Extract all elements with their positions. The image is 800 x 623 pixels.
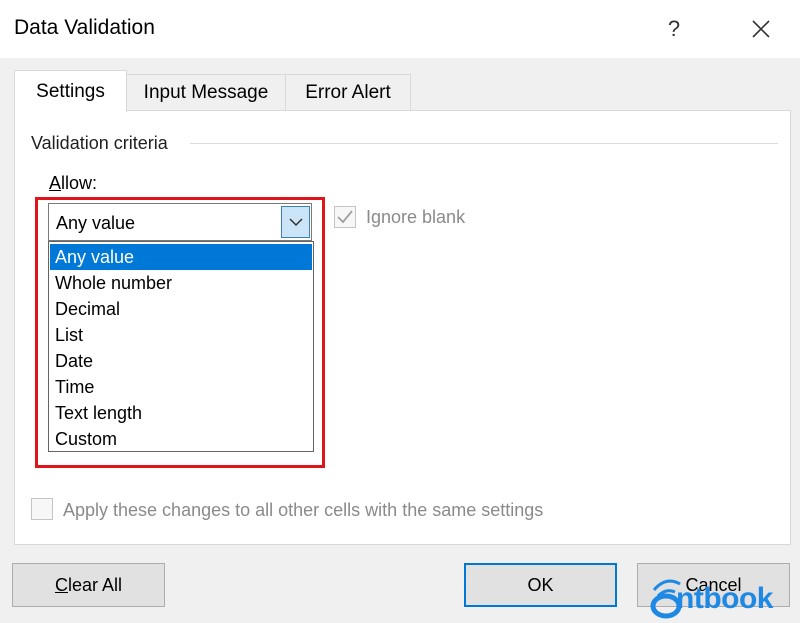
ignore-blank-checkbox[interactable]	[334, 206, 356, 228]
help-button[interactable]: ?	[654, 12, 694, 46]
tab-error-alert[interactable]: Error Alert	[285, 74, 411, 111]
title-bar: Data Validation ?	[0, 0, 800, 58]
ok-button[interactable]: OK	[464, 563, 617, 607]
highlight-box	[35, 197, 325, 468]
clear-all-button[interactable]: Clear All	[12, 563, 165, 607]
group-divider	[190, 143, 778, 144]
ok-label: OK	[527, 574, 554, 595]
tab-error-alert-label: Error Alert	[305, 82, 391, 103]
watermark-logo: ntbook	[648, 572, 798, 622]
allow-label-text: llow:	[61, 173, 98, 193]
allow-label: Allow:	[49, 173, 97, 194]
tab-input-message-label: Input Message	[143, 82, 269, 103]
tab-settings-label: Settings	[36, 80, 105, 102]
validation-criteria-label: Validation criteria	[31, 133, 168, 153]
apply-changes-checkbox[interactable]	[31, 498, 53, 520]
dialog-title: Data Validation	[14, 16, 155, 39]
close-button[interactable]	[741, 12, 781, 46]
tab-settings[interactable]: Settings	[14, 70, 127, 112]
help-icon: ?	[667, 16, 681, 41]
tab-input-message[interactable]: Input Message	[125, 74, 287, 111]
ignore-blank-label: Ignore blank	[366, 207, 466, 227]
close-icon	[752, 20, 770, 38]
clear-all-mnemonic: C	[54, 574, 68, 595]
allow-label-mnemonic: A	[49, 173, 62, 193]
check-icon	[337, 210, 353, 224]
watermark-text: ntbook	[676, 582, 773, 615]
apply-changes-label: Apply these changes to all other cells w…	[63, 500, 544, 520]
clear-all-label: lear All	[67, 574, 123, 595]
